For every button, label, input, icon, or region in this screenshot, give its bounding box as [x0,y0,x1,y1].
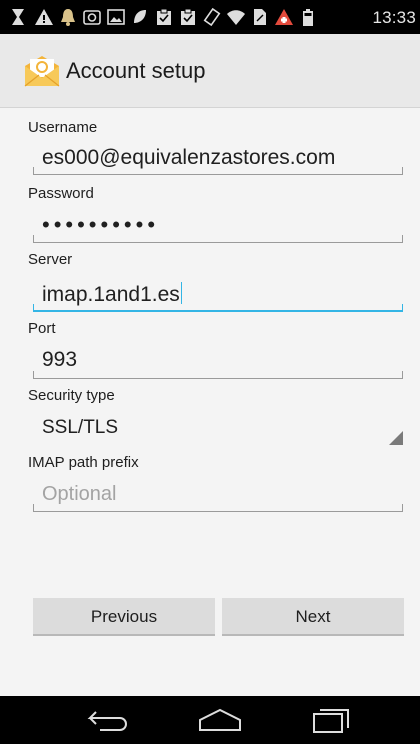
username-label: Username [28,119,98,136]
security-type-spinner[interactable]: SSL/TLS [42,417,118,439]
camera-icon [83,10,101,25]
clipboard-icon [157,8,171,25]
status-bar: 13:33 [0,0,420,34]
home-icon[interactable] [196,706,244,734]
status-time: 13:33 [372,8,416,27]
port-label: Port [28,320,56,337]
spinner-arrow-icon [389,431,403,445]
server-underline [33,304,403,312]
security-type-label: Security type [28,387,115,404]
usb-icon [12,9,24,25]
navigation-bar [0,696,420,744]
warning-icon [35,9,53,25]
text-cursor [180,282,183,304]
port-underline [33,371,403,379]
sim-icon [254,9,266,25]
battery-icon [303,9,313,26]
imap-prefix-field[interactable]: Optional [42,483,117,506]
email-app-icon[interactable] [22,52,62,90]
previous-button[interactable]: Previous [33,598,215,636]
imap-prefix-label: IMAP path prefix [28,454,139,471]
imap-prefix-underline [33,504,403,512]
image-icon [107,9,125,25]
clipboard-icon [181,8,195,25]
account-setup-form: Username es000@equivalenzastores.com Pas… [0,108,420,696]
next-button[interactable]: Next [222,598,404,636]
password-label: Password [28,185,94,202]
leaf-icon [134,10,146,23]
server-value: imap.1and1.es [42,283,180,306]
wifi-icon [227,10,245,25]
password-underline [33,235,403,243]
server-label: Server [28,251,73,268]
username-underline [33,167,403,175]
bell-icon [61,9,75,26]
action-bar: Account setup [0,34,420,108]
recents-icon[interactable] [306,706,354,734]
rotate-icon [203,7,221,27]
port-field[interactable]: 993 [42,348,77,372]
back-icon[interactable] [86,706,134,734]
alert-icon [275,9,293,25]
page-title: Account setup [66,58,206,83]
